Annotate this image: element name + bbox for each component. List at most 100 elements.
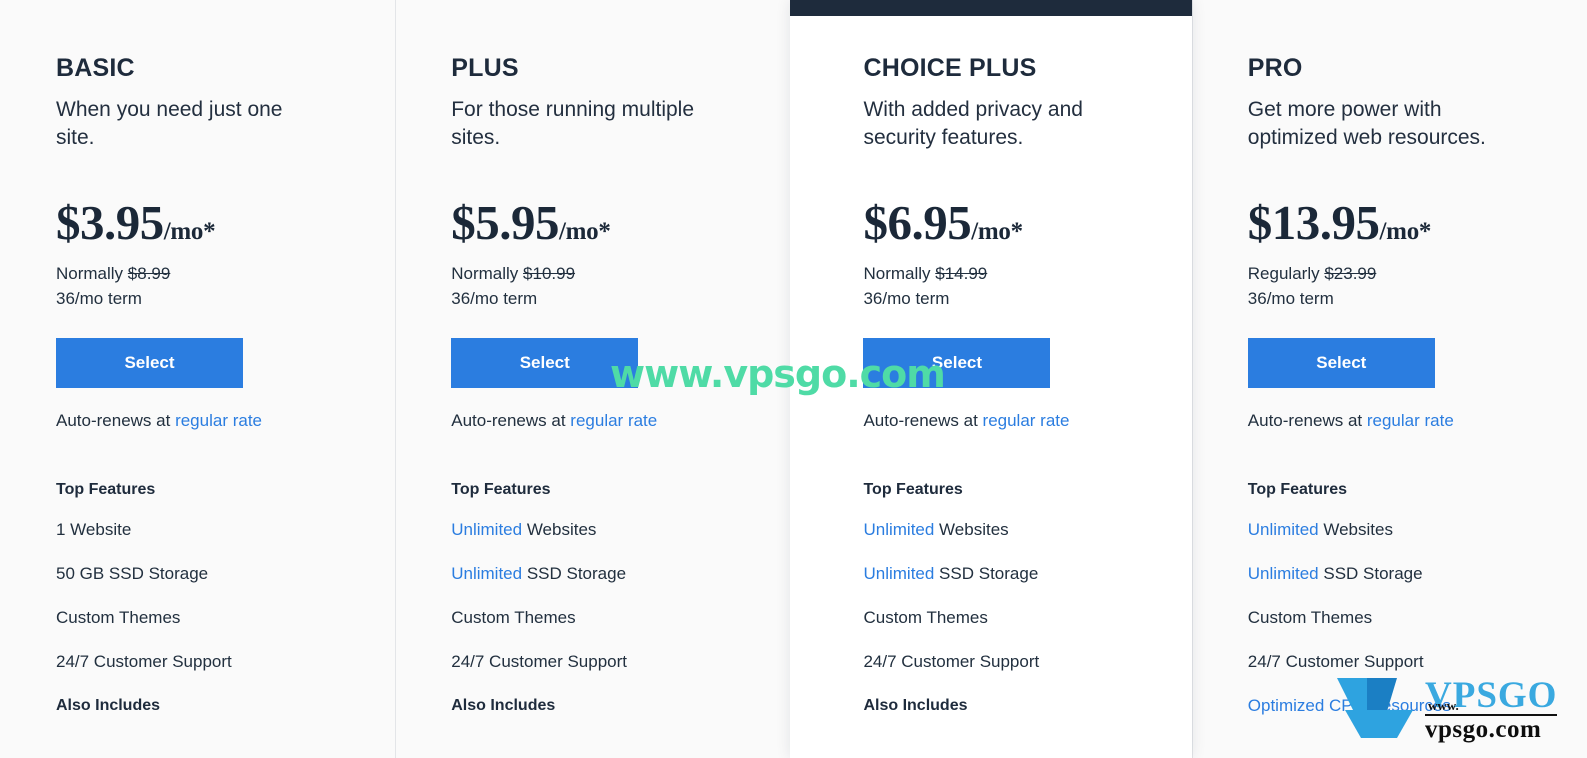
feature-text: Custom Themes (1247, 607, 1373, 627)
plan-tagline: With added privacy and security features… (863, 98, 1083, 149)
feature-item: Custom Themes (1248, 609, 1587, 626)
feature-item: Custom Themes (863, 609, 1191, 626)
price-block: $6.95/mo* Normally $14.99 36/mo term (863, 198, 1191, 312)
feature-highlight: Unlimited (451, 563, 523, 583)
feature-text: Custom Themes (863, 607, 988, 627)
renew-note: Auto-renews at regular rate (1248, 411, 1587, 431)
plan-price: $5.95/mo* (451, 198, 790, 247)
feature-highlight: Unlimited (863, 563, 935, 583)
feature-item: Unlimited SSD Storage (1248, 565, 1587, 582)
price-note: Normally $8.99 36/mo term (56, 261, 395, 312)
price-note: Normally $10.99 36/mo term (451, 261, 790, 312)
price-block: $13.95/mo* Regularly $23.99 36/mo term (1248, 198, 1587, 312)
normally-label: Normally (863, 263, 931, 283)
normally-price: $10.99 (523, 263, 576, 283)
plan-tagline: Get more power with optimized web resour… (1247, 98, 1486, 149)
renew-prefix: Auto-renews at (863, 410, 983, 430)
price-amount: $5.95 (451, 194, 559, 250)
feature-text: SSD Storage (522, 563, 627, 583)
feature-text: Websites (522, 519, 597, 539)
feature-item: Unlimited Websites (1248, 521, 1587, 538)
feature-item: 24/7 Customer Support (56, 653, 395, 670)
feature-highlight: Unlimited (1247, 519, 1319, 539)
price-period: /mo* (971, 217, 1023, 245)
features-title: Top Features (56, 480, 156, 498)
features-section: Top Features 1 Website 50 GB SSD Storage Cu… (56, 481, 395, 715)
feature-text: 24/7 Customer Support (1247, 651, 1424, 671)
plan-name: PRO (1247, 54, 1303, 82)
regular-rate-link[interactable]: regular rate (175, 411, 262, 430)
plan-column-pro: PRO Get more power with optimized web res… (1191, 0, 1587, 758)
select-button[interactable]: Select (56, 337, 243, 388)
price-block: $5.95/mo* Normally $10.99 36/mo term (451, 198, 790, 312)
plan-term: 36/mo term (56, 289, 142, 309)
price-amount: $13.95 (1247, 194, 1380, 250)
regular-rate-link[interactable]: regular rate (570, 411, 657, 430)
feature-text: SSD Storage (1318, 563, 1423, 583)
feature-highlight: Unlimited (1247, 563, 1319, 583)
regular-rate-link[interactable]: regular rate (983, 411, 1070, 430)
renew-prefix: Auto-renews at (451, 410, 571, 430)
feature-text: Custom Themes (56, 607, 181, 627)
price-period: /mo* (163, 217, 216, 245)
normally-label: Regularly (1247, 263, 1320, 283)
normally-price: $8.99 (127, 263, 171, 283)
feature-text: Websites (934, 519, 1009, 539)
plan-price: $13.95/mo* (1248, 198, 1587, 247)
normally-price: $14.99 (935, 263, 988, 283)
feature-text: 50 GB SSD Storage (56, 563, 209, 583)
plan-price: $3.95/mo* (56, 198, 395, 247)
plan-price: $6.95/mo* (863, 198, 1191, 247)
feature-text: SSD Storage (934, 563, 1039, 583)
feature-item: Unlimited Websites (451, 521, 790, 538)
select-button[interactable]: Select (1247, 337, 1435, 388)
feature-item: 24/7 Customer Support (451, 653, 790, 670)
renew-note: Auto-renews at regular rate (451, 411, 790, 431)
feature-item: Custom Themes (56, 609, 395, 626)
feature-text: Websites (1318, 519, 1393, 539)
plan-column-plus: PLUS For those running multiple sites. $5.… (395, 0, 791, 758)
plan-column-basic: BASIC When you need just one site. $3.95/m… (0, 0, 396, 758)
pricing-table: BASIC When you need just one site. $3.95/m… (0, 0, 1587, 758)
feature-item: 50 GB SSD Storage (56, 565, 395, 582)
feature-text: Custom Themes (451, 607, 576, 627)
plan-tagline: For those running multiple sites. (451, 98, 695, 149)
features-section: Top Features Unlimited Websites Unlimited … (451, 481, 790, 715)
feature-item: Unlimited SSD Storage (863, 565, 1191, 582)
plan-name: PLUS (451, 54, 519, 82)
price-note: Normally $14.99 36/mo term (863, 261, 1191, 312)
plan-name: BASIC (56, 54, 135, 82)
feature-highlight: Optimized CPU Resources (1247, 695, 1451, 715)
renew-note: Auto-renews at regular rate (56, 411, 395, 431)
also-includes-title: Also Includes (451, 696, 556, 714)
price-amount: $3.95 (56, 194, 164, 250)
feature-text: 24/7 Customer Support (451, 651, 627, 671)
price-period: /mo* (1379, 217, 1432, 245)
renew-prefix: Auto-renews at (1247, 410, 1367, 430)
feature-highlight: Unlimited (451, 519, 523, 539)
feature-text: 1 Website (56, 519, 132, 539)
plan-term: 36/mo term (451, 289, 538, 309)
feature-item: Unlimited Websites (863, 521, 1191, 538)
features-section: Top Features Unlimited Websites Unlimited … (1248, 481, 1587, 714)
feature-item: 24/7 Customer Support (1248, 653, 1587, 670)
feature-text: 24/7 Customer Support (56, 651, 232, 671)
features-title: Top Features (451, 480, 551, 498)
select-button[interactable]: Select (451, 337, 639, 388)
plan-column-choice-plus: CHOICE PLUS With added privacy and securi… (790, 0, 1192, 758)
plan-term: 36/mo term (1247, 289, 1334, 309)
price-note: Regularly $23.99 36/mo term (1248, 261, 1587, 312)
price-block: $3.95/mo* Normally $8.99 36/mo term (56, 198, 395, 312)
select-button[interactable]: Select (863, 337, 1051, 388)
features-title: Top Features (863, 480, 963, 498)
normally-price: $23.99 (1324, 263, 1377, 283)
regular-rate-link[interactable]: regular rate (1367, 411, 1454, 430)
plan-term: 36/mo term (863, 289, 950, 309)
plan-tagline: When you need just one site. (56, 98, 283, 149)
feature-item: 1 Website (56, 521, 395, 538)
feature-item: Custom Themes (451, 609, 790, 626)
price-amount: $6.95 (863, 194, 972, 250)
features-title: Top Features (1247, 480, 1348, 498)
feature-item: 24/7 Customer Support (863, 653, 1191, 670)
normally-label: Normally (56, 263, 124, 283)
